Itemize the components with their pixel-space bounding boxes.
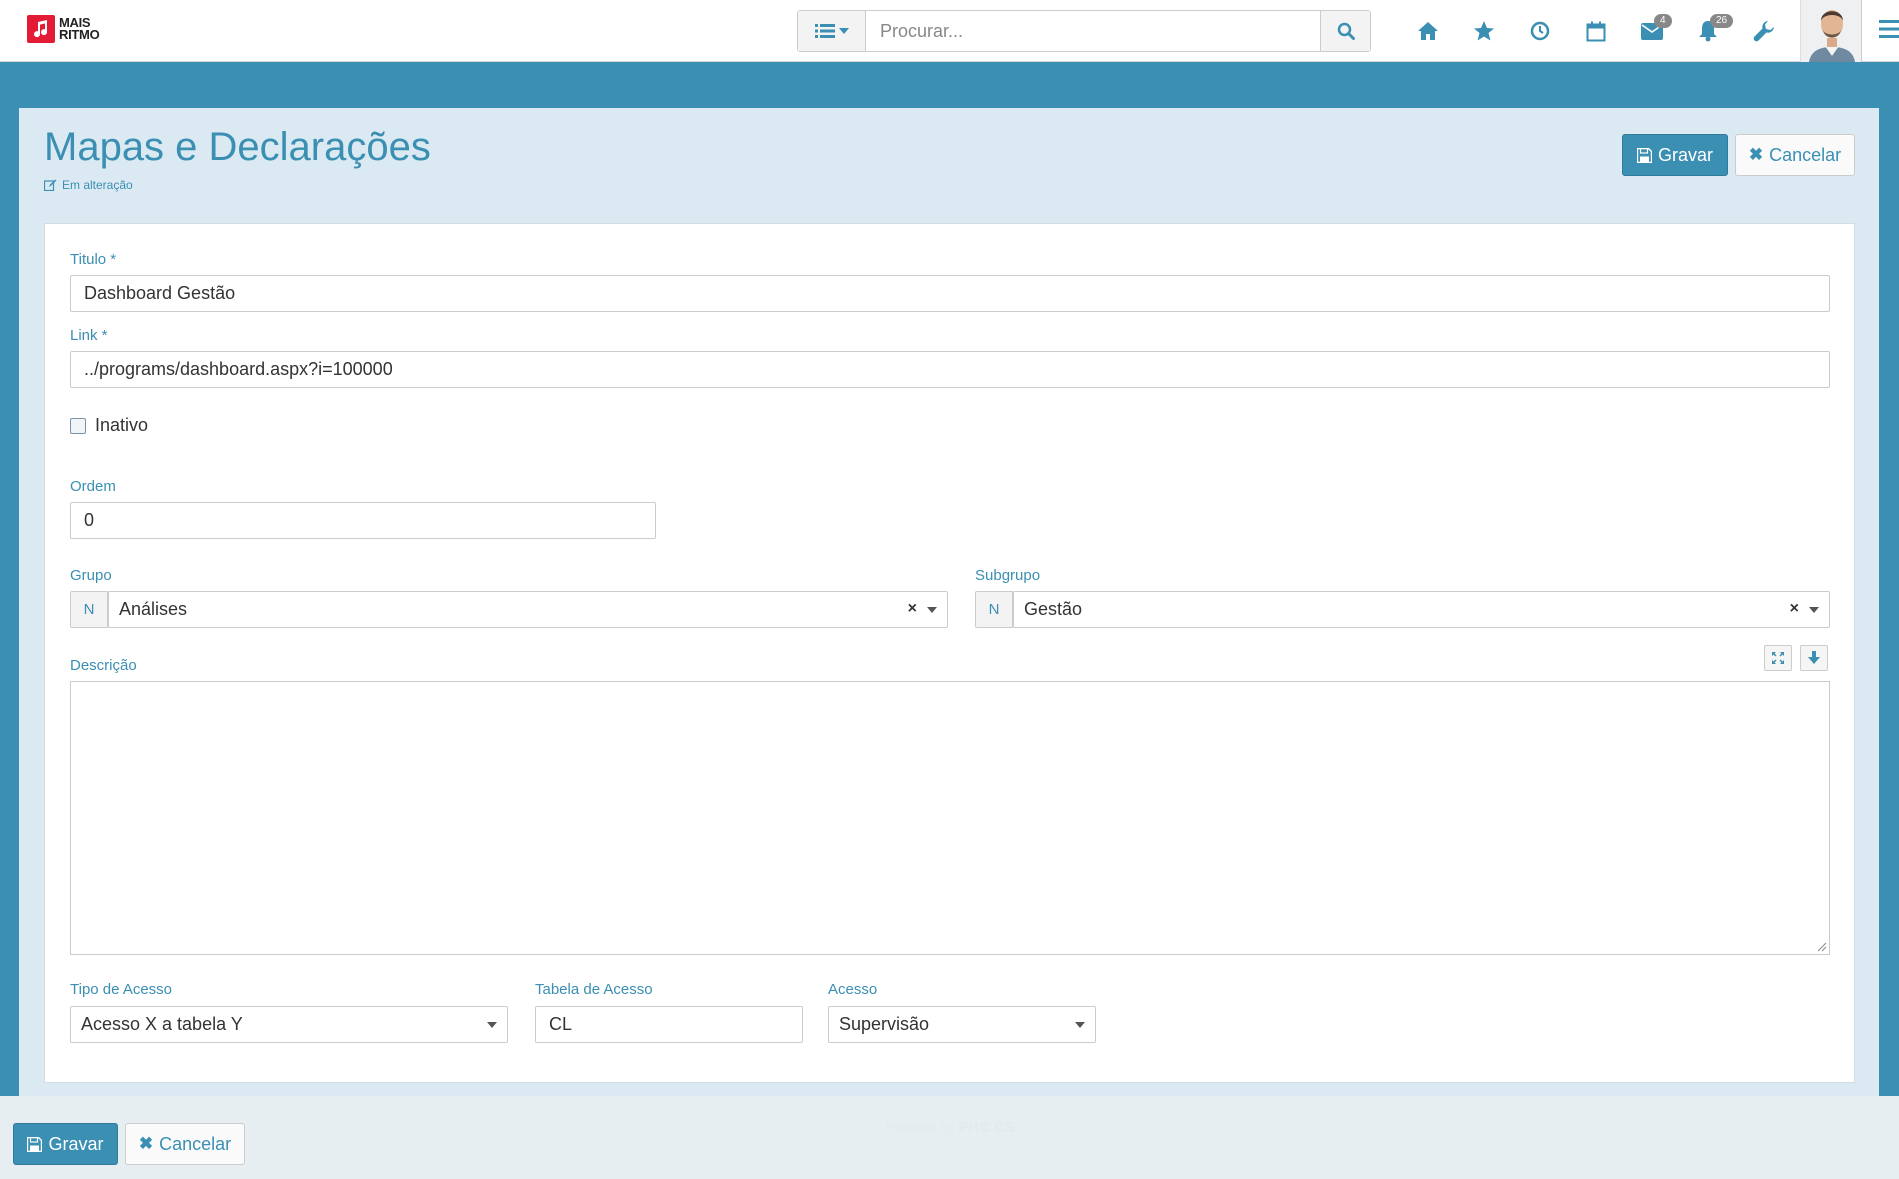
grupo-clear-icon[interactable]: × <box>908 600 917 618</box>
ordem-label: Ordem <box>70 478 116 495</box>
messages-count-badge: 4 <box>1654 14 1672 28</box>
subgrupo-value: Gestão <box>1024 599 1083 619</box>
inativo-label[interactable]: Inativo <box>95 415 148 436</box>
tipo-acesso-value: Acesso X a tabela Y <box>81 1014 243 1034</box>
user-avatar[interactable] <box>1800 0 1862 62</box>
inativo-checkbox[interactable] <box>70 418 86 434</box>
notifications-button[interactable]: 26 <box>1680 14 1736 48</box>
edit-status: Em alteração <box>44 178 133 192</box>
tipo-acesso-select[interactable]: Acesso X a tabela Y <box>70 1006 508 1043</box>
brand-logo[interactable]: MAIS RITMO <box>27 15 100 43</box>
page-title: Mapas e Declarações <box>44 125 431 169</box>
brand-name: MAIS RITMO <box>59 15 100 42</box>
subgrupo-caret-icon <box>1809 607 1819 613</box>
titulo-label: Titulo * <box>70 251 117 268</box>
link-label: Link * <box>70 327 108 344</box>
caret-down-icon <box>838 28 849 34</box>
link-field[interactable]: ../programs/dashboard.aspx?i=100000 <box>70 351 1830 388</box>
ordem-field[interactable]: 0 <box>70 502 656 539</box>
titulo-field[interactable]: Dashboard Gestão <box>70 275 1830 312</box>
insert-field-button[interactable] <box>1800 645 1828 671</box>
calendar-icon <box>1586 21 1606 41</box>
search-filter-dropdown[interactable] <box>798 11 866 51</box>
grupo-caret-icon <box>927 607 937 613</box>
tipo-acesso-label: Tipo de Acesso <box>70 981 173 998</box>
notifications-count-badge: 26 <box>1710 14 1734 28</box>
settings-button[interactable] <box>1736 14 1792 48</box>
search-bar <box>797 10 1371 52</box>
clock-icon <box>1530 21 1550 41</box>
search-button[interactable] <box>1320 11 1370 51</box>
subgrupo-label: Subgrupo <box>975 567 1041 584</box>
grupo-select[interactable]: Análises × <box>108 591 948 628</box>
close-icon: ✖ <box>138 1134 154 1153</box>
list-icon <box>814 24 835 38</box>
search-icon <box>1337 22 1355 40</box>
subgrupo-clear-icon[interactable]: × <box>1790 600 1799 618</box>
edit-status-text: Em alteração <box>62 178 133 192</box>
top-navbar: MAIS RITMO 4 26 <box>0 0 1899 62</box>
subgrupo-select[interactable]: Gestão × <box>1013 591 1830 628</box>
arrow-down-icon <box>1808 651 1820 664</box>
descricao-textarea[interactable] <box>70 681 1830 955</box>
home-button[interactable] <box>1400 14 1456 48</box>
action-footer <box>0 1096 1899 1179</box>
expand-icon <box>1772 652 1784 664</box>
powered-by: Powered by PHC CS <box>886 1119 1015 1136</box>
close-icon: ✖ <box>1748 145 1764 164</box>
tabela-acesso-label: Tabela de Acesso <box>535 981 653 998</box>
acesso-select[interactable]: Supervisão <box>828 1006 1096 1043</box>
calendar-button[interactable] <box>1568 14 1624 48</box>
acesso-caret-icon <box>1075 1022 1085 1028</box>
edit-icon <box>44 179 57 191</box>
wrench-icon <box>1753 21 1774 42</box>
star-icon <box>1474 21 1494 41</box>
save-button-bottom[interactable]: Gravar <box>13 1123 118 1165</box>
cancel-button-top[interactable]: ✖ Cancelar <box>1735 134 1855 176</box>
user-photo <box>1801 0 1861 62</box>
grupo-new-addon[interactable]: N <box>70 591 108 628</box>
acesso-label: Acesso <box>828 981 878 998</box>
tabela-acesso-field[interactable]: CL <box>535 1006 803 1043</box>
floppy-disk-icon <box>1636 147 1652 163</box>
grupo-value: Análises <box>119 599 188 619</box>
descricao-label: Descrição <box>70 657 137 674</box>
music-note-icon <box>27 15 55 43</box>
cancel-button-bottom[interactable]: ✖ Cancelar <box>125 1123 245 1165</box>
messages-button[interactable]: 4 <box>1624 14 1680 48</box>
floppy-disk-icon <box>27 1136 43 1152</box>
hamburger-icon <box>1879 20 1899 38</box>
home-icon <box>1418 22 1438 40</box>
main-menu-button[interactable] <box>1874 18 1899 42</box>
grupo-label: Grupo <box>70 567 112 584</box>
acesso-value: Supervisão <box>839 1014 930 1034</box>
quick-nav: 4 26 <box>1400 14 1792 48</box>
tipo-acesso-caret-icon <box>487 1022 497 1028</box>
search-input[interactable] <box>866 11 1320 51</box>
history-button[interactable] <box>1512 14 1568 48</box>
save-button-top[interactable]: Gravar <box>1622 134 1728 176</box>
favorites-button[interactable] <box>1456 14 1512 48</box>
subgrupo-new-addon[interactable]: N <box>975 591 1013 628</box>
resize-handle-icon[interactable] <box>1817 942 1827 952</box>
expand-editor-button[interactable] <box>1764 645 1792 671</box>
